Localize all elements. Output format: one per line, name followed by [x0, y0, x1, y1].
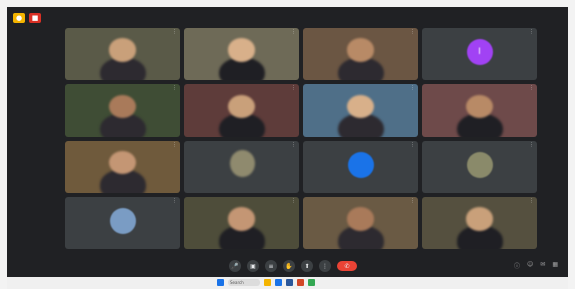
- participant-tile[interactable]: ⋮: [303, 84, 418, 137]
- file-explorer-icon[interactable]: [264, 279, 271, 286]
- meeting-window: ● ■ ⋮ ⋮ ⋮ ⋮ I ⋮ ⋮ ⋮ ⋮ ⋮ ⋮ ⋮ ⋮ ⋮ ⋮ ⋮ ⋮ 🎤 ▣ ≡ ✋ ⬆ ⋮ ✆ ⓘ ☺ ✉ ▦: [7, 7, 568, 277]
- stop-icon[interactable]: ■: [29, 13, 41, 23]
- info-icon[interactable]: ⓘ: [514, 261, 520, 270]
- more-options-icon[interactable]: ⋮: [529, 142, 534, 148]
- participant-tile[interactable]: ⋮: [303, 196, 418, 249]
- avatar: [347, 151, 374, 178]
- powerpoint-icon[interactable]: [297, 279, 304, 286]
- participant-tile[interactable]: ⋮: [65, 140, 180, 193]
- participant-tile[interactable]: ⋮: [184, 196, 299, 249]
- word-icon[interactable]: [286, 279, 293, 286]
- edge-icon[interactable]: [275, 279, 282, 286]
- participant-face: [108, 38, 137, 62]
- chat-icon[interactable]: ✉: [540, 261, 545, 270]
- avatar: [109, 207, 136, 234]
- more-options-icon[interactable]: ⋮: [291, 85, 296, 91]
- end-call-icon[interactable]: ✆: [337, 261, 357, 271]
- present-icon[interactable]: ⬆: [301, 260, 313, 272]
- participant-tile[interactable]: ⋮: [65, 84, 180, 137]
- start-icon[interactable]: [217, 279, 224, 286]
- participant-tile[interactable]: ⋮: [422, 196, 537, 249]
- participant-tile[interactable]: ⋮: [422, 140, 537, 193]
- more-options-icon[interactable]: ⋮: [172, 198, 177, 204]
- participant-face: [346, 207, 375, 231]
- more-options-icon[interactable]: ⋮: [172, 142, 177, 148]
- side-panel-controls: ⓘ ☺ ✉ ▦: [514, 261, 558, 270]
- more-options-icon[interactable]: ⋮: [319, 260, 331, 272]
- participant-tile[interactable]: ⋮: [184, 84, 299, 137]
- more-options-icon[interactable]: ⋮: [529, 85, 534, 91]
- participant-face: [465, 207, 494, 231]
- more-options-icon[interactable]: ⋮: [172, 85, 177, 91]
- taskbar-apps: Search: [217, 279, 315, 286]
- more-options-icon[interactable]: ⋮: [172, 29, 177, 35]
- people-icon[interactable]: ☺: [527, 261, 533, 270]
- avatar: [466, 151, 493, 178]
- screenshot-frame: ● ■ ⋮ ⋮ ⋮ ⋮ I ⋮ ⋮ ⋮ ⋮ ⋮ ⋮ ⋮ ⋮ ⋮ ⋮ ⋮ ⋮ 🎤 ▣ ≡ ✋ ⬆ ⋮ ✆ ⓘ ☺ ✉ ▦ Se…: [0, 0, 575, 289]
- call-controls: 🎤 ▣ ≡ ✋ ⬆ ⋮ ✆: [229, 260, 357, 272]
- participant-tile[interactable]: ⋮: [184, 140, 299, 193]
- more-options-icon[interactable]: ⋮: [410, 198, 415, 204]
- participant-tile[interactable]: ⋮: [422, 84, 537, 137]
- participant-face: [227, 38, 256, 62]
- more-options-icon[interactable]: ⋮: [529, 29, 534, 35]
- activities-icon[interactable]: ▦: [552, 261, 558, 270]
- camera-icon[interactable]: ▣: [247, 260, 259, 272]
- more-options-icon[interactable]: ⋮: [529, 198, 534, 204]
- participant-tile[interactable]: ⋮: [303, 140, 418, 193]
- participant-tile[interactable]: ⋮: [65, 196, 180, 249]
- taskbar-search[interactable]: Search: [228, 279, 260, 286]
- more-options-icon[interactable]: ⋮: [410, 85, 415, 91]
- window-top-bar: ● ■: [13, 11, 41, 25]
- more-options-icon[interactable]: ⋮: [291, 142, 296, 148]
- captions-icon[interactable]: ≡: [265, 260, 277, 272]
- more-options-icon[interactable]: ⋮: [291, 29, 296, 35]
- more-options-icon[interactable]: ⋮: [410, 142, 415, 148]
- record-icon[interactable]: ●: [13, 13, 25, 23]
- chrome-icon[interactable]: [308, 279, 315, 286]
- participant-tile[interactable]: ⋮: [184, 28, 299, 81]
- mic-icon[interactable]: 🎤: [229, 260, 241, 272]
- raise-hand-icon[interactable]: ✋: [283, 260, 295, 272]
- participant-face: [346, 38, 375, 62]
- participant-grid: ⋮ ⋮ ⋮ ⋮ I ⋮ ⋮ ⋮ ⋮ ⋮ ⋮ ⋮ ⋮ ⋮ ⋮ ⋮ ⋮: [65, 28, 537, 249]
- participant-tile[interactable]: ⋮ I: [422, 28, 537, 81]
- meeting-controls-bar: 🎤 ▣ ≡ ✋ ⬆ ⋮ ✆ ⓘ ☺ ✉ ▦: [7, 255, 568, 277]
- participant-tile[interactable]: ⋮: [303, 28, 418, 81]
- participant-face: [230, 149, 256, 178]
- os-taskbar: Search: [7, 277, 568, 289]
- avatar: I: [466, 39, 493, 66]
- more-options-icon[interactable]: ⋮: [410, 29, 415, 35]
- participant-tile[interactable]: ⋮: [65, 28, 180, 81]
- more-options-icon[interactable]: ⋮: [291, 198, 296, 204]
- participant-face: [227, 207, 256, 231]
